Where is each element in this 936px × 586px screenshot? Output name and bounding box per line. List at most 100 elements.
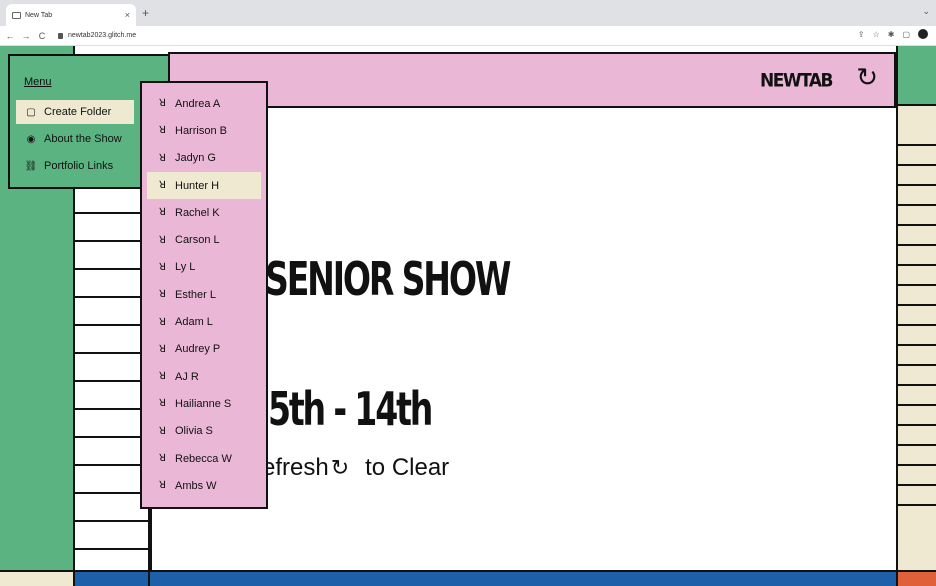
grid-cell [75,214,148,242]
browser-tab[interactable]: New Tab × [6,4,136,26]
grid-cell [898,346,936,366]
profile-avatar[interactable] [918,29,928,39]
grid-cell [75,326,148,354]
portfolio-item[interactable]: ꓤ Adam L [147,308,261,335]
person-icon: ꓤ [159,343,166,355]
portfolio-item-label: Rachel K [175,206,220,219]
grid-cell [898,486,936,506]
grid-cell [75,354,148,382]
forward-button[interactable]: → [20,31,32,41]
grid-cell [898,166,936,186]
link-icon: ⛓ [24,160,38,172]
grid-cell [898,246,936,266]
bookmark-star-icon[interactable]: ☆ [873,30,880,39]
portfolio-item-label: Esther L [175,288,216,301]
portfolio-item-label: AJ R [175,370,199,383]
folder-icon: ▢ [26,106,36,118]
portfolio-item-label: Andrea A [175,97,221,110]
person-icon: ꓤ [159,371,166,383]
grid-cell [75,410,148,438]
grid-cell [898,206,936,226]
reload-button[interactable]: C [36,31,48,41]
eye-icon: ◉ [26,133,36,145]
grid-cell [75,494,148,522]
grid-cell [898,266,936,286]
grid-cell [898,466,936,486]
grid-cell [75,438,148,466]
lock-icon [58,32,63,39]
person-icon: ꓤ [159,453,166,464]
portfolio-item-label: Carson L [175,234,220,247]
refresh-icon[interactable]: ↻ [856,64,878,90]
grid-cell [75,522,148,550]
portfolio-item-label: Audrey P [175,343,221,356]
grid-cell [898,186,936,206]
extensions-icon[interactable]: ✱ [888,30,895,39]
portfolio-dropdown: ꓤ Andrea A ꓤ Harrison B ꓤ Jadyn G ꓤ Hunter H… [140,81,268,509]
grid-cell [75,186,148,214]
portfolio-item-label: Jadyn G [175,152,216,165]
grid-cell [898,146,936,166]
portfolio-item[interactable]: ꓤ Hunter H [147,171,261,200]
tab-close-icon[interactable]: × [125,10,130,20]
portfolio-item[interactable]: ꓤ Jadyn G [147,145,261,172]
portfolio-item[interactable]: ꓤ Andrea A [147,90,261,117]
refresh-instruction-suffix: to Clear [365,454,450,481]
address-bar[interactable]: newtab2023.glitch.me [58,32,136,39]
portfolio-item[interactable]: ꓤ Carson L [147,226,261,253]
portfolio-item-label: Adam L [175,316,213,329]
portfolio-item[interactable]: ꓤ Ly L [147,254,261,281]
grid-cell [898,326,936,346]
portfolio-item[interactable]: ꓤ Olivia S [147,418,261,445]
menu-item-about-the-show[interactable]: ◉ About the Show [16,127,134,151]
portfolio-item[interactable]: ꓤ Rachel K [147,199,261,226]
grid-cell [898,426,936,446]
person-icon: ꓤ [159,180,166,192]
menu-title[interactable]: Menu [24,76,52,88]
person-icon: ꓤ [159,289,166,301]
show-title: SENIOR SHOW [265,252,511,306]
person-icon: ꓤ [159,261,166,273]
person-icon: ꓤ [159,98,166,110]
portfolio-item-label: Ly L [175,261,196,274]
browser-actions: ⇪ ☆ ✱ ▢ [858,29,928,39]
portfolio-item[interactable]: ꓤ Harrison B [147,117,261,144]
browser-tab-strip: New Tab × + ⌄ [0,0,936,26]
portfolio-item-label: Hailianne S [175,397,232,410]
portfolio-item[interactable]: ꓤ Rebecca W [147,445,261,472]
share-icon[interactable]: ⇪ [858,30,865,39]
person-icon: ꓤ [159,316,166,328]
grid-cell [898,226,936,246]
person-icon: ꓤ [159,398,166,410]
menu-item-create-folder[interactable]: ▢ Create Folder [16,100,134,124]
menu-item-label: About the Show [44,133,122,145]
grid-cell [898,446,936,466]
bottom-beige-block [0,572,75,586]
page: NEWTAB ↻ SENIOR SHOW 5th - 14th efresh ↻… [0,46,936,586]
portfolio-item-label: Olivia S [175,425,213,438]
person-icon: ꓤ [159,152,166,164]
tab-search-chevron-icon[interactable]: ⌄ [922,6,930,17]
new-tab-button[interactable]: + [142,6,149,20]
right-strip [896,46,936,586]
grid-cell [898,106,936,146]
side-panel-icon[interactable]: ▢ [902,30,910,39]
portfolio-item[interactable]: ꓤ Hailianne S [147,390,261,417]
menu-item-portfolio-links[interactable]: ⛓ Portfolio Links [16,154,134,178]
bottom-orange-block [896,572,936,586]
person-icon: ꓤ [159,207,166,219]
refresh-instruction-prefix: efresh [262,454,329,481]
person-icon: ꓤ [159,425,166,437]
grid-cell [75,466,148,494]
back-button[interactable]: ← [4,31,16,41]
grid-cell [75,298,148,326]
portfolio-item[interactable]: ꓤ AJ R [147,363,261,390]
menu-item-label: Create Folder [44,106,112,118]
portfolio-item[interactable]: ꓤ Esther L [147,281,261,308]
refresh-instruction: efresh ↻ to Clear [262,454,449,482]
portfolio-item[interactable]: ꓤ Audrey P [147,336,261,363]
portfolio-item[interactable]: ꓤ Ambs W [147,472,261,499]
grid-cell [75,270,148,298]
bottom-divider-block [75,572,150,586]
grid-cell [898,306,936,326]
